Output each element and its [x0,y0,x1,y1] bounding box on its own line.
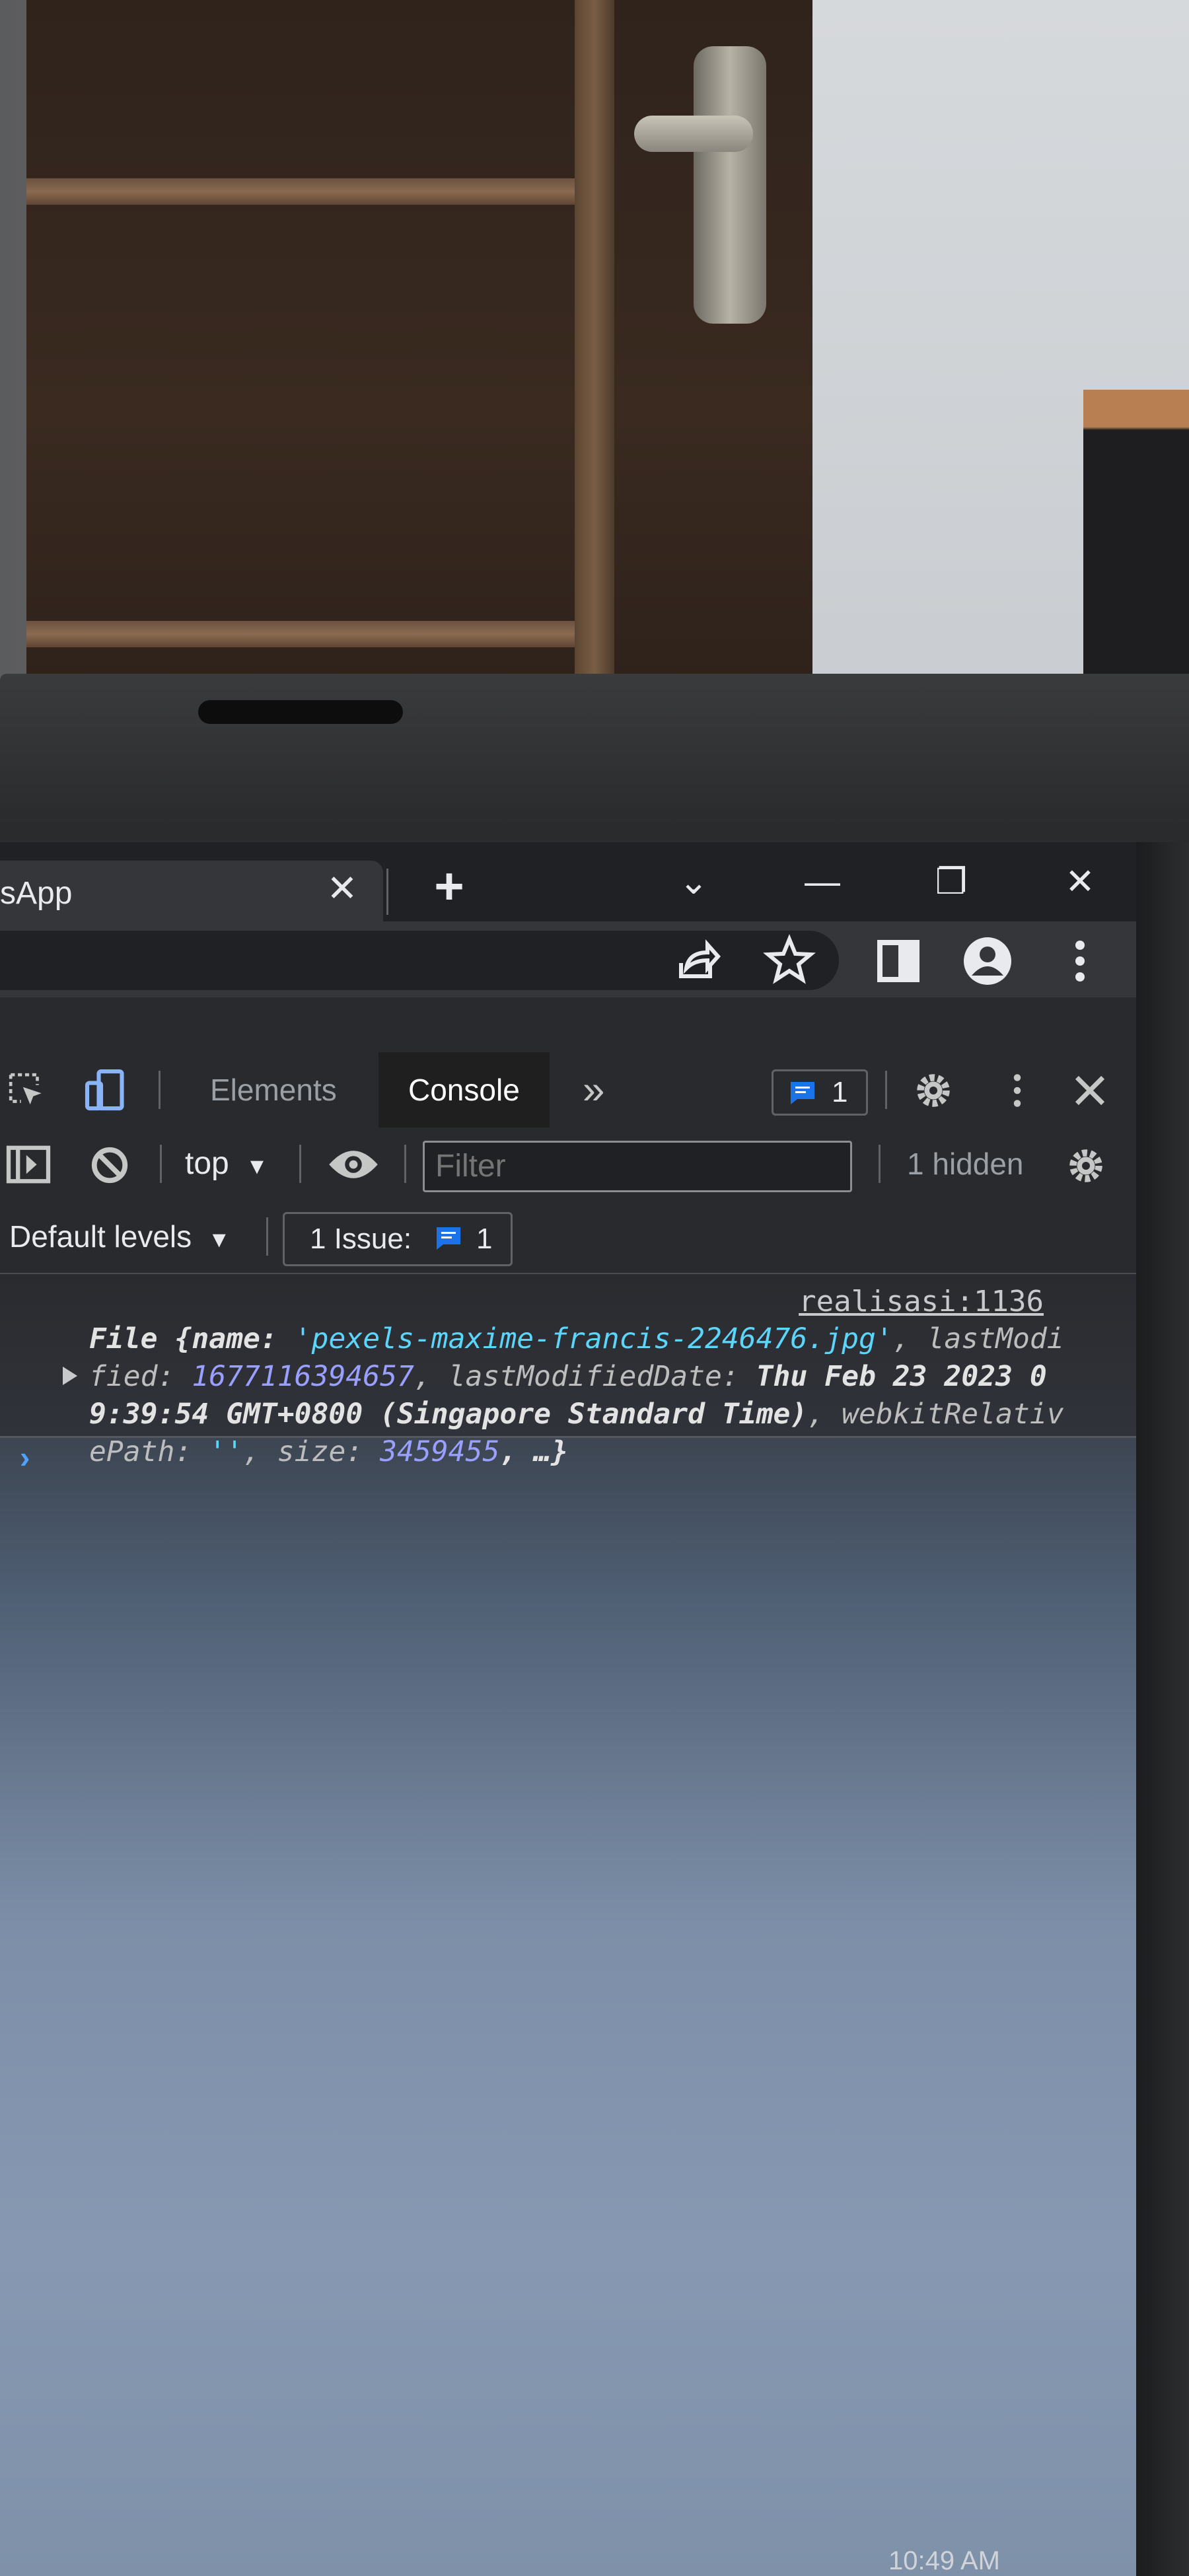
log-separator: , lastModifiedDate: [414,1360,756,1393]
restore-button[interactable]: ❐ [925,855,978,908]
close-devtools-icon[interactable] [1071,1072,1108,1109]
context-selector[interactable]: top ▼ [185,1127,268,1200]
console-settings-gear-icon[interactable] [1066,1146,1106,1186]
side-panel-icon[interactable] [872,935,925,987]
message-icon [791,1082,814,1104]
inspect-element-icon[interactable] [7,1071,48,1112]
door-handle-lever [634,116,753,152]
toolbar-divider [159,1071,161,1109]
tab-separator [386,869,388,915]
laptop-bezel-right [1136,842,1189,2576]
address-bar[interactable] [0,931,839,990]
last-modified-value: 1677116394657 [192,1360,414,1393]
tab-console[interactable]: Console [378,1052,550,1127]
relative-path-value: '' [209,1435,243,1468]
hidden-messages-count: 1 hidden [907,1147,1024,1181]
window-close-button[interactable]: ✕ [1054,855,1106,908]
toolbar-divider [879,1145,881,1183]
log-object-preview: File {name: 'pexels-maxime-francis-22464… [89,1320,1067,1471]
file-name-value: 'pexels-maxime-francis-2246476.jpg' [294,1322,893,1355]
issues-count: 1 [832,1076,848,1108]
devtools-tab-bar: Elements Console » 1 [0,1052,1136,1129]
settings-gear-icon[interactable] [914,1071,953,1110]
live-expression-eye-icon[interactable] [327,1146,380,1183]
issues-button-count: 1 [476,1223,493,1255]
source-link[interactable]: realisasi:1136 [799,1285,1044,1318]
toolbar-divider [885,1071,887,1109]
share-icon[interactable] [670,934,723,987]
console-prompt[interactable]: › [20,1439,30,1475]
log-suffix: , …} [499,1435,568,1468]
toolbar-divider [266,1217,268,1256]
expand-object-icon[interactable] [63,1367,77,1385]
size-value: 3459455 [380,1435,500,1468]
sidebar-toggle-icon[interactable] [5,1145,52,1184]
minimize-button[interactable]: — [796,855,849,908]
toolbar-divider [160,1145,162,1183]
profile-avatar-icon[interactable] [961,935,1014,987]
toolbar-divider [404,1145,406,1183]
tab-search-icon[interactable]: ⌄ [667,855,720,908]
message-icon [437,1227,460,1250]
issues-counter[interactable]: 1 [772,1069,868,1116]
taskbar-clock: 10:49 AM [888,2546,1001,2575]
log-prefix: File {name: [89,1322,295,1355]
console-toolbar: top ▼ 1 hidden [0,1127,1136,1201]
desk [1083,390,1189,700]
dropdown-arrow-icon: ▼ [207,1227,231,1252]
log-levels-label: Default levels [9,1219,192,1254]
console-output: realisasi:1136 File {name: 'pexels-maxim… [0,1274,1136,2576]
clear-console-icon[interactable] [89,1145,130,1186]
console-filter-input[interactable] [423,1141,852,1192]
dropdown-arrow-icon: ▼ [246,1154,268,1179]
log-levels-dropdown[interactable]: Default levels ▼ [9,1200,231,1273]
browser-toolbar [0,921,1136,997]
toolbar-divider [299,1145,301,1183]
context-label: top [185,1146,229,1181]
log-separator: , size: [243,1435,380,1468]
more-tabs-icon[interactable]: » [583,1052,604,1127]
webcam [198,700,403,724]
bookmark-star-icon[interactable] [763,934,816,987]
door-panel-trim [26,178,575,205]
issues-button-label: 1 Issue: [310,1223,412,1255]
tab-elements[interactable]: Elements [210,1052,337,1127]
door-panel-trim [26,621,575,647]
browser-tab-strip: sApp ✕ + ⌄ — ❐ ✕ [0,842,1136,921]
browser-menu-icon[interactable] [1054,935,1106,987]
console-log-message[interactable]: realisasi:1136 File {name: 'pexels-maxim… [0,1274,1136,1468]
tab-title: sApp [0,876,73,911]
door-frame [575,0,614,687]
laptop-screen: sApp ✕ + ⌄ — ❐ ✕ Elements Console » 1 to… [0,842,1136,2576]
issues-button[interactable]: 1 Issue: 1 [283,1212,513,1266]
tab-close-icon[interactable]: ✕ [324,870,361,907]
device-toolbar-icon[interactable] [83,1067,129,1113]
console-levels-bar: Default levels ▼ 1 Issue: 1 [0,1200,1136,1274]
new-tab-button[interactable]: + [423,859,476,912]
background-photo [0,0,1189,700]
door-handle [694,46,766,324]
devtools-menu-icon[interactable] [997,1071,1037,1110]
browser-tab[interactable]: sApp ✕ [0,861,383,921]
